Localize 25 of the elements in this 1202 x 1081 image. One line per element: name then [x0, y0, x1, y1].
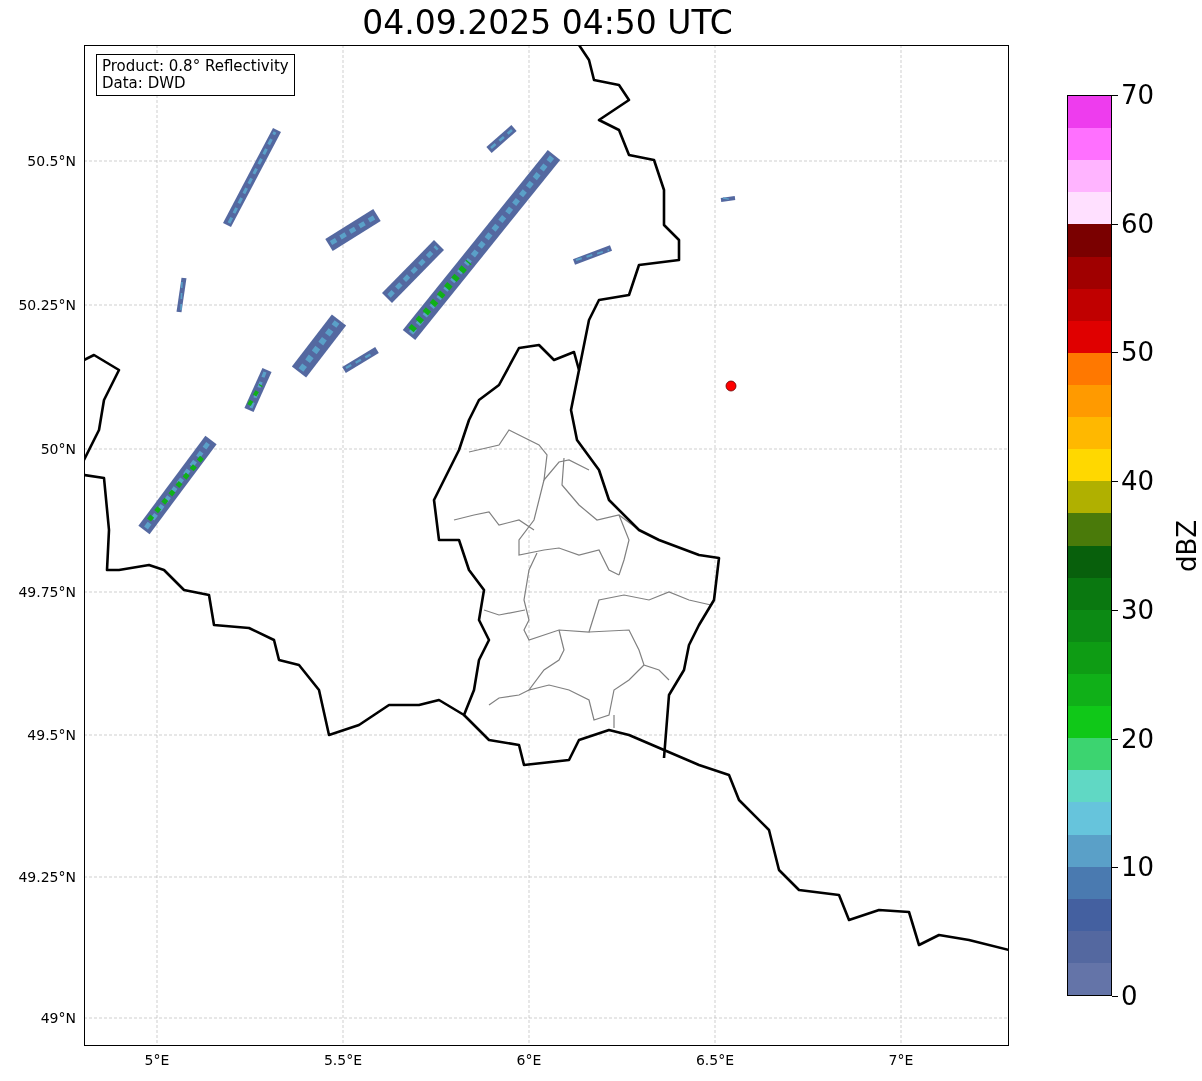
colorbar-tick-label: 70	[1121, 80, 1155, 110]
info-text: Data: DWD	[102, 75, 187, 92]
colorbar-tick-label: 30	[1121, 594, 1155, 625]
longitude-label: 6°E	[516, 1052, 542, 1068]
latitude-label: 49°N	[40, 1010, 76, 1026]
longitude-label: 6.5°E	[695, 1052, 735, 1068]
latitude-label: 50.5°N	[27, 153, 76, 169]
latitude-label: 50°N	[40, 441, 76, 457]
latitude-label: 49.25°N	[18, 869, 76, 885]
latitude-label: 49.75°N	[18, 584, 76, 600]
info-text: Product: 0.8° Reflectivity	[102, 58, 289, 75]
latitude-label: 50.25°N	[18, 297, 76, 313]
colorbar-tick-label: 20	[1121, 723, 1155, 754]
longitude-label: 5.5°E	[323, 1052, 363, 1068]
longitude-label: 5°E	[144, 1052, 170, 1068]
colorbar-tick-label: 50	[1121, 337, 1155, 368]
latitude-label: 49.5°N	[27, 727, 76, 743]
figure-title: 04.09.2025 04:50 UTC	[362, 2, 733, 43]
colorbar-tick-label: 10	[1121, 852, 1155, 883]
colorbar-tick-label: 40	[1121, 466, 1155, 497]
longitude-label: 7°E	[888, 1052, 914, 1068]
radar-site-marker	[725, 380, 737, 392]
colorbar-label: dBZ	[1172, 519, 1202, 572]
colorbar-tick-label: 60	[1121, 208, 1155, 239]
colorbar-tick-label: 0	[1121, 981, 1138, 1011]
